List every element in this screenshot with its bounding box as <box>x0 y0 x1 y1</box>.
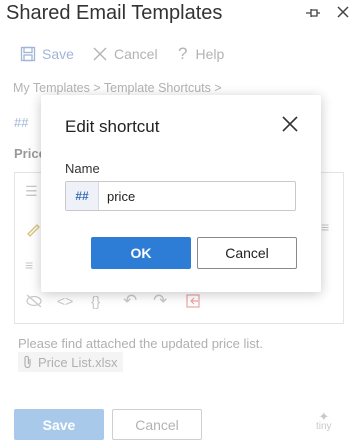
dialog-close-icon[interactable] <box>281 115 299 133</box>
ok-button[interactable]: OK <box>91 237 191 269</box>
pane-title: Shared Email Templates <box>6 2 223 24</box>
name-label: Name <box>65 161 100 176</box>
name-value[interactable]: price <box>99 189 135 204</box>
close-pane-icon[interactable] <box>335 4 351 20</box>
name-field[interactable]: ## price <box>65 181 296 211</box>
dialog-cancel-button[interactable]: Cancel <box>197 237 297 269</box>
shortcut-prefix: ## <box>66 182 99 210</box>
dialog-title: Edit shortcut <box>65 117 160 136</box>
pin-icon[interactable] <box>305 6 321 20</box>
edit-shortcut-dialog: Edit shortcut Name ## price OK Cancel <box>41 95 321 292</box>
